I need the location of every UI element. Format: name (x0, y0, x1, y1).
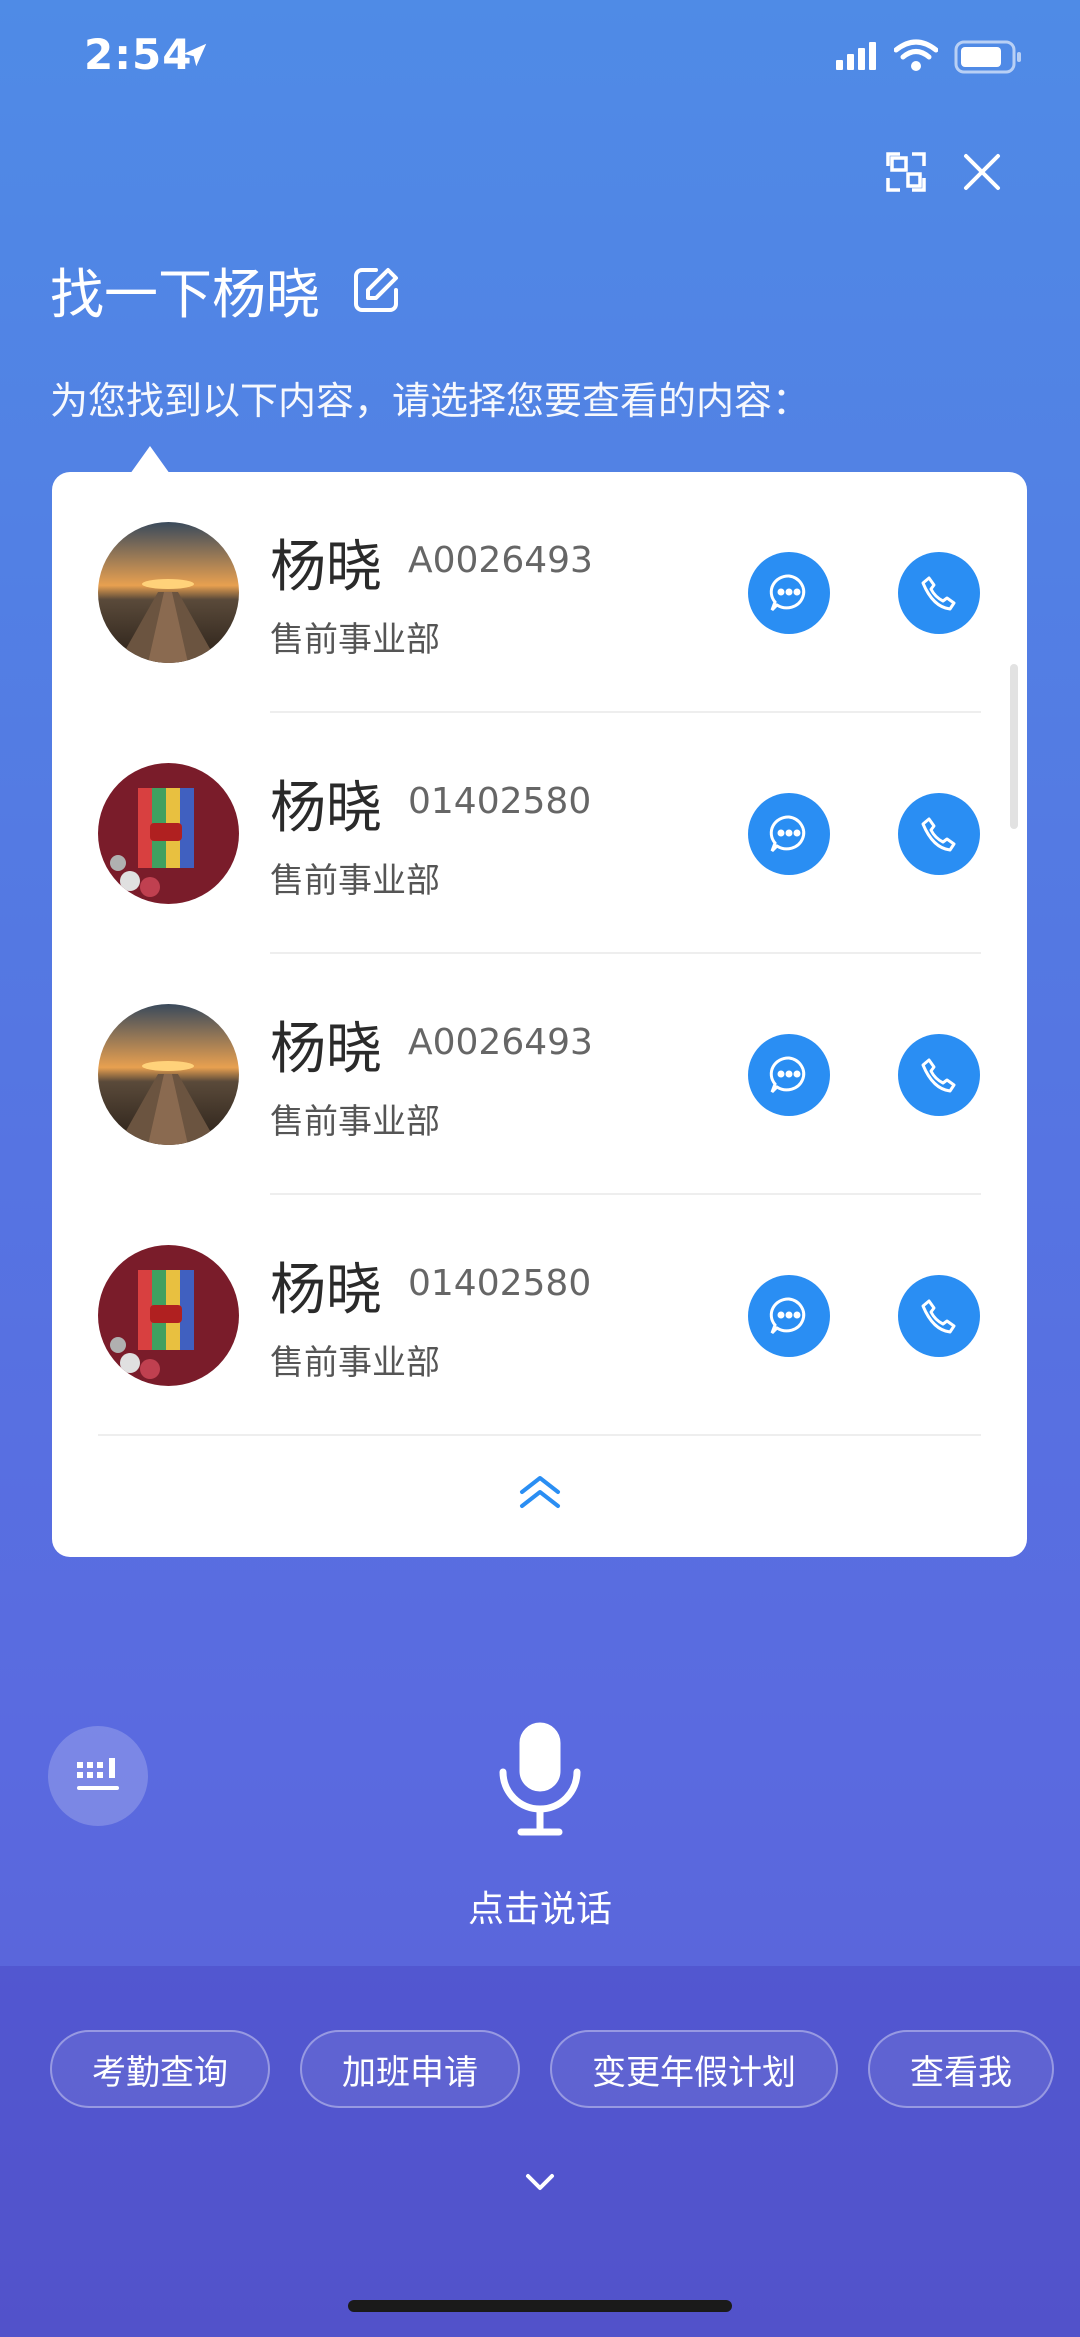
close-icon[interactable] (952, 142, 1012, 202)
status-bar: 2:54 (0, 0, 1080, 120)
chip-overtime-request[interactable]: 加班申请 (300, 2030, 520, 2108)
contact-row[interactable]: 杨晓 A0026493 售前事业部 (52, 954, 1027, 1195)
message-button[interactable] (748, 1034, 830, 1116)
keyboard-toggle-button[interactable] (48, 1726, 148, 1826)
call-button[interactable] (898, 1275, 980, 1357)
contact-row[interactable]: 杨晓 A0026493 售前事业部 (52, 472, 1027, 713)
contact-name: 杨晓 (270, 1017, 382, 1082)
department: 售前事业部 (270, 620, 440, 660)
employee-id: 01402580 (408, 1263, 592, 1304)
microphone-button[interactable] (490, 1715, 590, 1845)
call-button[interactable] (898, 793, 980, 875)
call-button[interactable] (898, 552, 980, 634)
query-title: 找一下杨晓 (50, 250, 402, 329)
avatar (98, 1004, 239, 1145)
location-arrow-icon (180, 40, 210, 74)
result-hint: 为您找到以下内容，请选择您要查看的内容： (50, 379, 811, 423)
home-indicator[interactable] (348, 2300, 732, 2312)
contact-name: 杨晓 (270, 776, 382, 841)
chevron-down-icon[interactable] (522, 2170, 558, 2198)
chip-attendance-query[interactable]: 考勤查询 (50, 2030, 270, 2108)
status-time: 2:54 (84, 30, 193, 79)
contact-name: 杨晓 (270, 1258, 382, 1323)
edit-icon[interactable] (350, 264, 402, 316)
message-button[interactable] (748, 1275, 830, 1357)
chip-change-annual-leave[interactable]: 变更年假计划 (550, 2030, 838, 2108)
department: 售前事业部 (270, 861, 440, 901)
call-button[interactable] (898, 1034, 980, 1116)
cellular-signal-icon (836, 42, 880, 74)
avatar (98, 522, 239, 663)
battery-icon (954, 40, 1024, 78)
employee-id: A0026493 (408, 1022, 593, 1063)
quick-actions-panel (0, 1966, 1080, 2337)
contact-row[interactable]: 杨晓 01402580 售前事业部 (52, 1195, 1027, 1436)
avatar (98, 1245, 239, 1386)
row-divider (98, 1434, 981, 1436)
expand-icon[interactable] (876, 142, 936, 202)
tap-to-speak-label: 点击说话 (467, 1889, 612, 1930)
card-pointer (130, 446, 170, 474)
message-button[interactable] (748, 793, 830, 875)
query-text: 找一下杨晓 (50, 263, 320, 326)
chip-view-mine[interactable]: 查看我 (868, 2030, 1054, 2108)
employee-id: A0026493 (408, 540, 593, 581)
quick-action-chips: 考勤查询 加班申请 变更年假计划 查看我 (50, 2030, 1054, 2108)
department: 售前事业部 (270, 1102, 440, 1142)
contacts-result-card: 杨晓 A0026493 售前事业部 杨晓 01402580 售前事业部 杨晓 A… (52, 472, 1027, 1557)
contact-name: 杨晓 (270, 535, 382, 600)
collapse-chevron-up-icon[interactable] (514, 1472, 566, 1512)
scrollbar[interactable] (1010, 664, 1018, 829)
message-button[interactable] (748, 552, 830, 634)
wifi-icon (893, 38, 939, 76)
employee-id: 01402580 (408, 781, 592, 822)
avatar (98, 763, 239, 904)
contact-row[interactable]: 杨晓 01402580 售前事业部 (52, 713, 1027, 954)
department: 售前事业部 (270, 1343, 440, 1383)
